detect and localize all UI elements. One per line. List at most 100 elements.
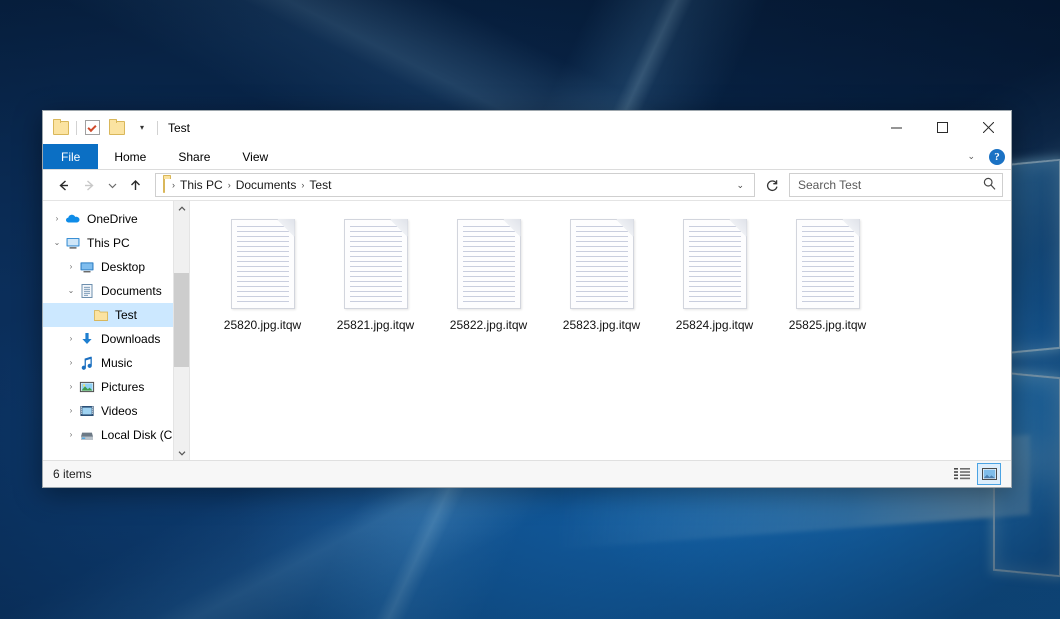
tab-home[interactable]: Home	[98, 144, 162, 169]
properties-checkmark-icon[interactable]	[82, 118, 102, 138]
navigation-pane: › OneDrive ⌄ This PC ›	[43, 201, 190, 460]
expand-chevron-icon[interactable]: ›	[49, 215, 65, 223]
minimize-icon[interactable]	[873, 111, 919, 144]
toolbar-divider	[76, 121, 77, 135]
expand-chevron-icon[interactable]: ›	[63, 431, 79, 439]
title-bar[interactable]: ▾ Test	[43, 111, 1011, 144]
forward-arrow-icon[interactable]	[77, 173, 101, 197]
file-item[interactable]: 25821.jpg.itqw	[319, 217, 432, 332]
generic-document-icon	[457, 219, 521, 309]
generic-document-icon	[570, 219, 634, 309]
hard-drive-icon	[79, 427, 95, 443]
sidebar-item-pictures[interactable]: › Pictures	[43, 375, 189, 399]
expand-chevron-icon[interactable]: ›	[63, 359, 79, 367]
close-icon[interactable]	[965, 111, 1011, 144]
sidebar-item-videos[interactable]: › Videos	[43, 399, 189, 423]
folder-icon[interactable]	[51, 118, 71, 138]
sidebar-item-test[interactable]: Test	[43, 303, 189, 327]
ribbon-right-controls: ⌄ ?	[963, 144, 1005, 169]
file-item[interactable]: 25825.jpg.itqw	[771, 217, 884, 332]
search-icon[interactable]	[983, 177, 996, 193]
sidebar-item-label: Videos	[101, 404, 137, 418]
refresh-icon[interactable]	[761, 174, 783, 196]
chevron-down-icon[interactable]: ⌄	[963, 151, 979, 162]
sidebar-item-desktop[interactable]: › Desktop	[43, 255, 189, 279]
status-bar: 6 items	[43, 460, 1011, 487]
sidebar-item-onedrive[interactable]: › OneDrive	[43, 207, 189, 231]
generic-document-icon	[796, 219, 860, 309]
tab-view[interactable]: View	[226, 144, 284, 169]
details-view-icon[interactable]	[951, 464, 973, 484]
sidebar-item-label: Downloads	[101, 332, 160, 346]
sidebar-item-label: Test	[115, 308, 137, 322]
new-folder-icon[interactable]	[107, 118, 127, 138]
customize-quick-access-caret-icon[interactable]: ▾	[132, 118, 152, 138]
file-name-label: 25820.jpg.itqw	[224, 318, 301, 332]
file-item[interactable]: 25820.jpg.itqw	[206, 217, 319, 332]
explorer-body: › OneDrive ⌄ This PC ›	[43, 201, 1011, 460]
this-pc-monitor-icon	[65, 235, 81, 251]
address-dropdown-caret-icon[interactable]: ⌄	[730, 180, 750, 191]
up-arrow-icon[interactable]	[123, 173, 147, 197]
file-list-pane[interactable]: 25820.jpg.itqw 25821.jpg.itqw	[190, 201, 1011, 460]
tab-share[interactable]: Share	[162, 144, 226, 169]
documents-icon	[79, 283, 95, 299]
expand-chevron-icon[interactable]: ⌄	[63, 287, 79, 295]
sidebar-item-label: Local Disk (C:)	[101, 428, 180, 442]
file-explorer-window: ▾ Test File Home Share View ⌄ ?	[42, 110, 1012, 488]
file-name-label: 25823.jpg.itqw	[563, 318, 640, 332]
sidebar-scrollbar[interactable]	[173, 201, 189, 460]
maximize-icon[interactable]	[919, 111, 965, 144]
sidebar-item-downloads[interactable]: › Downloads	[43, 327, 189, 351]
file-grid: 25820.jpg.itqw 25821.jpg.itqw	[190, 201, 1011, 332]
tab-file[interactable]: File	[43, 144, 98, 169]
pictures-icon	[79, 379, 95, 395]
large-icons-view-icon[interactable]	[977, 463, 1001, 485]
breadcrumb[interactable]: › This PC › Documents › Test ⌄	[155, 173, 755, 197]
music-note-icon	[79, 355, 95, 371]
breadcrumb-separator-0: ›	[170, 180, 177, 190]
sidebar-item-label: OneDrive	[87, 212, 138, 226]
breadcrumb-item-this-pc[interactable]: This PC	[177, 178, 226, 192]
sidebar-item-this-pc[interactable]: ⌄ This PC	[43, 231, 189, 255]
folder-tree: › OneDrive ⌄ This PC ›	[43, 201, 189, 447]
file-name-label: 25822.jpg.itqw	[450, 318, 527, 332]
scroll-up-arrow-icon[interactable]	[174, 201, 189, 216]
search-input[interactable]	[796, 177, 983, 193]
expand-chevron-icon[interactable]: ›	[63, 407, 79, 415]
file-name-label: 25821.jpg.itqw	[337, 318, 414, 332]
sidebar-item-local-disk-c[interactable]: › Local Disk (C:)	[43, 423, 189, 447]
expand-chevron-icon[interactable]: ›	[63, 383, 79, 391]
file-item[interactable]: 25823.jpg.itqw	[545, 217, 658, 332]
generic-document-icon	[231, 219, 295, 309]
file-item[interactable]: 25824.jpg.itqw	[658, 217, 771, 332]
expand-chevron-icon[interactable]: ⌄	[49, 239, 65, 247]
sidebar-item-label: Documents	[101, 284, 162, 298]
breadcrumb-item-documents[interactable]: Documents	[233, 178, 300, 192]
file-name-label: 25824.jpg.itqw	[676, 318, 753, 332]
file-item[interactable]: 25822.jpg.itqw	[432, 217, 545, 332]
generic-document-icon	[344, 219, 408, 309]
sidebar-item-label: Music	[101, 356, 132, 370]
back-arrow-icon[interactable]	[51, 173, 75, 197]
breadcrumb-item-test[interactable]: Test	[306, 178, 334, 192]
sidebar-item-label: Pictures	[101, 380, 144, 394]
scroll-down-arrow-icon[interactable]	[174, 445, 189, 460]
recent-locations-icon[interactable]	[103, 173, 121, 197]
scrollbar-thumb[interactable]	[174, 273, 189, 367]
ribbon-tab-bar: File Home Share View ⌄ ?	[43, 144, 1011, 170]
sidebar-item-label: This PC	[87, 236, 130, 250]
address-bar: › This PC › Documents › Test ⌄	[43, 170, 1011, 201]
expand-chevron-icon[interactable]: ›	[63, 263, 79, 271]
sidebar-item-music[interactable]: › Music	[43, 351, 189, 375]
onedrive-cloud-icon	[65, 211, 81, 227]
generic-document-icon	[683, 219, 747, 309]
desktop-icon	[79, 259, 95, 275]
help-icon[interactable]: ?	[989, 149, 1005, 165]
search-box[interactable]	[789, 173, 1003, 197]
breadcrumb-separator-1[interactable]: ›	[226, 180, 233, 190]
sidebar-item-documents[interactable]: ⌄ Documents	[43, 279, 189, 303]
expand-chevron-icon[interactable]: ›	[63, 335, 79, 343]
breadcrumb-separator-2[interactable]: ›	[299, 180, 306, 190]
videos-film-icon	[79, 403, 95, 419]
